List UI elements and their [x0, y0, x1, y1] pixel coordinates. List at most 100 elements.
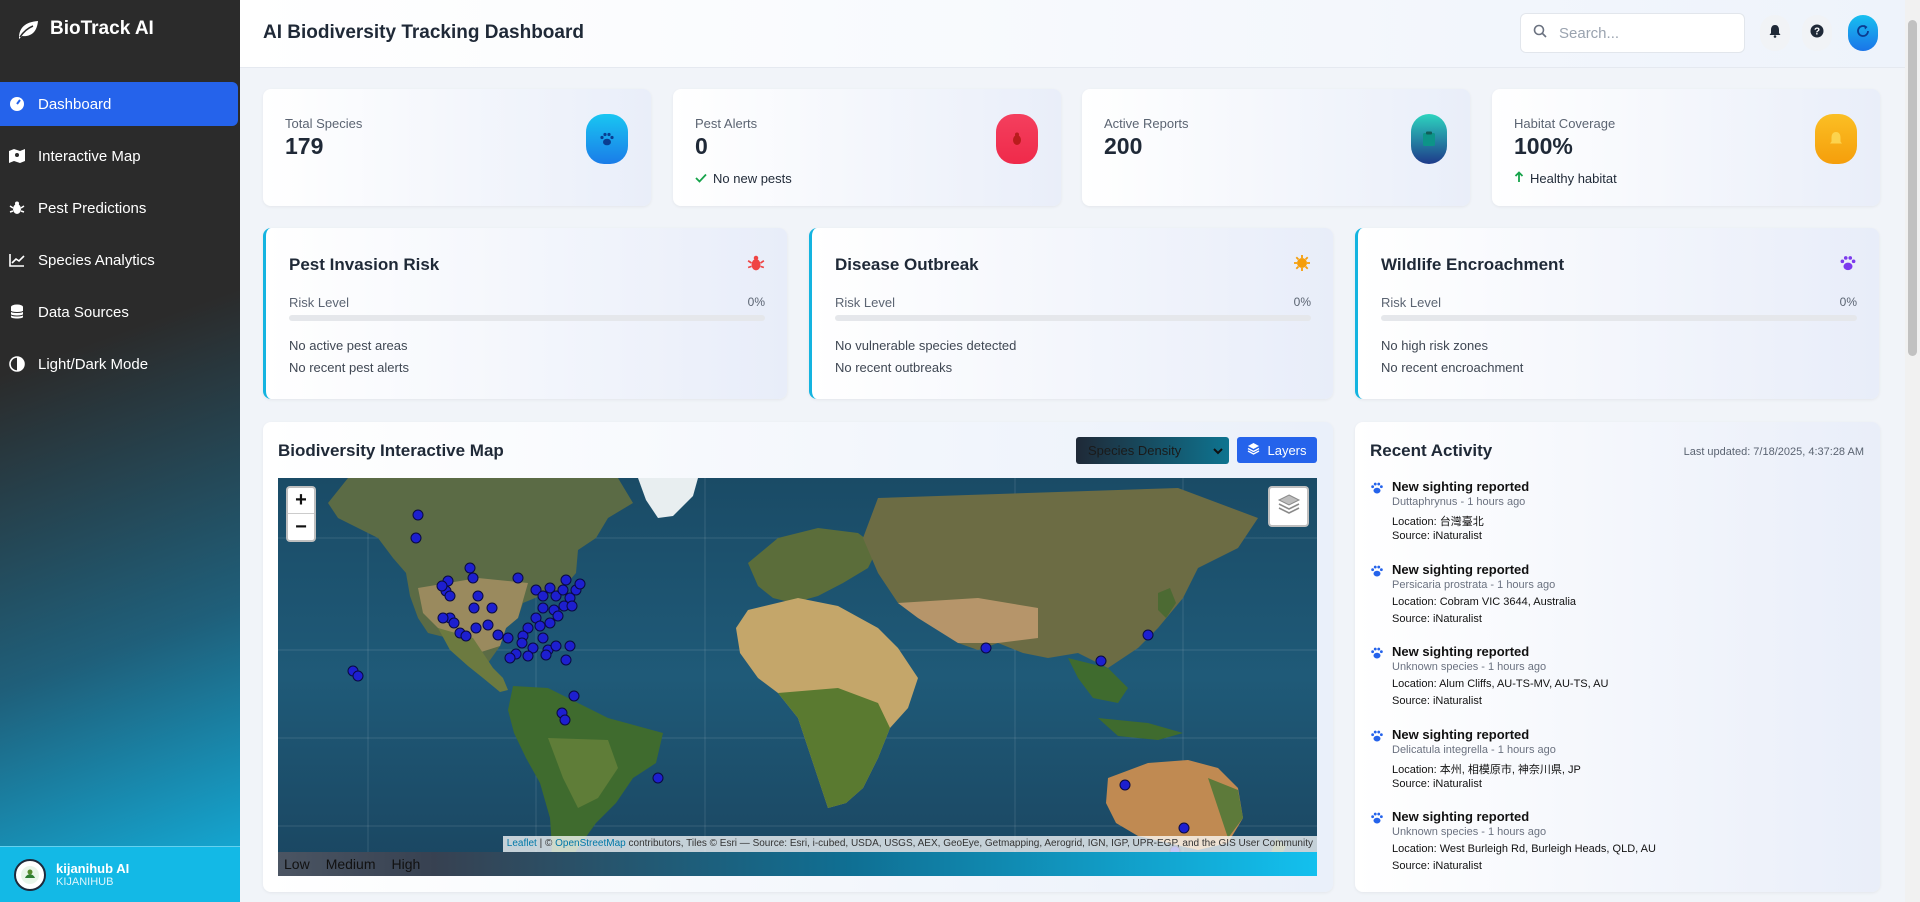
- activity-heading: New sighting reported: [1392, 727, 1530, 742]
- sighting-markers[interactable]: [278, 478, 1317, 876]
- database-icon: [8, 303, 26, 321]
- sighting-marker[interactable]: [467, 572, 479, 584]
- sighting-marker[interactable]: [557, 584, 569, 596]
- select-value: Species Density: [1088, 443, 1182, 458]
- paw-icon: [1370, 729, 1384, 748]
- sighting-marker[interactable]: [537, 602, 549, 614]
- sidebar-item-label: Interactive Map: [38, 147, 141, 165]
- sidebar-item-pest-predictions[interactable]: Pest Predictions: [0, 186, 240, 230]
- sighting-marker[interactable]: [1119, 779, 1131, 791]
- sidebar-item-data-sources[interactable]: Data Sources: [0, 290, 240, 334]
- brand[interactable]: BioTrack AI: [0, 0, 240, 58]
- sighting-marker[interactable]: [412, 509, 424, 521]
- leaf-icon: [16, 18, 40, 40]
- paw-icon: [1370, 646, 1384, 665]
- bug-icon: [996, 114, 1038, 164]
- sighting-marker[interactable]: [566, 600, 578, 612]
- sighting-marker[interactable]: [468, 602, 480, 614]
- activity-location: Location: Alum Cliffs, AU-TS-MV, AU-TS, …: [1392, 678, 1609, 690]
- user-profile[interactable]: kijanihub AI KIJANIHUB: [0, 846, 240, 902]
- activity-location: Location: 台灣臺北: [1392, 516, 1484, 528]
- sighting-marker[interactable]: [482, 619, 494, 631]
- sighting-marker[interactable]: [512, 572, 524, 584]
- leaflet-link[interactable]: Leaflet: [507, 838, 537, 849]
- sighting-marker[interactable]: [472, 590, 484, 602]
- sighting-marker[interactable]: [564, 640, 576, 652]
- stat-label: Active Reports: [1104, 116, 1189, 131]
- sighting-marker[interactable]: [559, 714, 571, 726]
- sighting-marker[interactable]: [1095, 655, 1107, 667]
- sighting-marker[interactable]: [410, 532, 422, 544]
- help-button[interactable]: ?: [1802, 15, 1832, 51]
- world-map[interactable]: + − Leaflet | © OpenStreetMap contributo…: [278, 478, 1317, 876]
- density-legend: Low Medium High: [278, 852, 1317, 876]
- sighting-marker[interactable]: [537, 590, 549, 602]
- risk-line-1: No vulnerable species detected: [835, 338, 1017, 353]
- activity-meta: Delicatula integrella - 1 hours ago: [1392, 744, 1556, 756]
- stat-card-habitat-coverage: Habitat Coverage 100% Healthy habitat: [1492, 89, 1880, 206]
- sighting-marker[interactable]: [540, 649, 552, 661]
- sidebar-item-label: Pest Predictions: [38, 199, 147, 217]
- sighting-marker[interactable]: [464, 562, 476, 574]
- sighting-marker[interactable]: [470, 622, 482, 634]
- activity-location: Location: Cobram VIC 3644, Australia: [1392, 596, 1577, 608]
- sighting-marker[interactable]: [550, 640, 562, 652]
- attribution-text: contributors, Tiles © Esri — Source: Esr…: [625, 838, 1314, 849]
- sighting-marker[interactable]: [522, 650, 534, 662]
- sighting-marker[interactable]: [980, 642, 992, 654]
- search-box[interactable]: [1520, 13, 1745, 53]
- sidebar-item-dashboard[interactable]: Dashboard: [0, 82, 238, 126]
- refresh-button[interactable]: [1848, 15, 1878, 51]
- sighting-marker[interactable]: [560, 654, 572, 666]
- sighting-marker[interactable]: [574, 578, 586, 590]
- sighting-marker[interactable]: [1142, 629, 1154, 641]
- sighting-marker[interactable]: [568, 690, 580, 702]
- sighting-marker[interactable]: [352, 670, 364, 682]
- map-layer-select[interactable]: Species Density: [1076, 437, 1229, 464]
- notifications-button[interactable]: [1760, 15, 1790, 51]
- sighting-marker[interactable]: [486, 602, 498, 614]
- sighting-marker[interactable]: [544, 617, 556, 629]
- sighting-marker[interactable]: [460, 630, 472, 642]
- sighting-marker[interactable]: [437, 612, 449, 624]
- stat-card-active-reports: Active Reports 200: [1082, 89, 1470, 206]
- scrollbar-thumb[interactable]: [1908, 20, 1917, 356]
- sighting-marker[interactable]: [534, 620, 546, 632]
- svg-text:?: ?: [1814, 26, 1820, 37]
- attribution-separator: | ©: [536, 838, 556, 849]
- arrow-up-icon: [1514, 171, 1524, 186]
- sidebar-item-species-analytics[interactable]: Species Analytics: [0, 238, 240, 282]
- layer-control-button[interactable]: [1268, 486, 1309, 527]
- stat-sub: No new pests: [695, 171, 792, 186]
- sighting-marker[interactable]: [1178, 822, 1190, 834]
- sighting-marker[interactable]: [560, 574, 572, 586]
- search-input[interactable]: [1559, 24, 1729, 42]
- sighting-marker[interactable]: [492, 629, 504, 641]
- sighting-marker[interactable]: [448, 617, 460, 629]
- stat-value: 0: [695, 133, 708, 159]
- map-icon: [8, 147, 26, 165]
- sidebar-item-interactive-map[interactable]: Interactive Map: [0, 134, 240, 178]
- sighting-marker[interactable]: [502, 632, 514, 644]
- page-scrollbar[interactable]: [1905, 0, 1920, 902]
- zoom-out-button[interactable]: −: [288, 514, 314, 540]
- stat-card-total-species: Total Species 179: [263, 89, 651, 206]
- risk-level-label: Risk Level: [1381, 295, 1441, 310]
- sidebar-item-light-dark-mode[interactable]: Light/Dark Mode: [0, 342, 240, 386]
- sighting-marker[interactable]: [552, 610, 564, 622]
- sighting-marker[interactable]: [436, 580, 448, 592]
- sighting-marker[interactable]: [504, 652, 516, 664]
- layers-button[interactable]: Layers: [1237, 437, 1317, 463]
- zoom-in-button[interactable]: +: [288, 488, 314, 514]
- risk-level-label: Risk Level: [835, 295, 895, 310]
- activity-heading: New sighting reported: [1392, 644, 1530, 659]
- contrast-icon: [8, 355, 26, 373]
- sighting-marker[interactable]: [516, 637, 528, 649]
- sighting-marker[interactable]: [652, 772, 664, 784]
- risk-percent: 0%: [1293, 295, 1311, 309]
- sighting-marker[interactable]: [444, 590, 456, 602]
- sighting-marker[interactable]: [537, 632, 549, 644]
- osm-link[interactable]: OpenStreetMap: [555, 838, 626, 849]
- map-title: Biodiversity Interactive Map: [278, 441, 504, 460]
- sidebar: BioTrack AI Dashboard Interactive Map Pe…: [0, 0, 240, 902]
